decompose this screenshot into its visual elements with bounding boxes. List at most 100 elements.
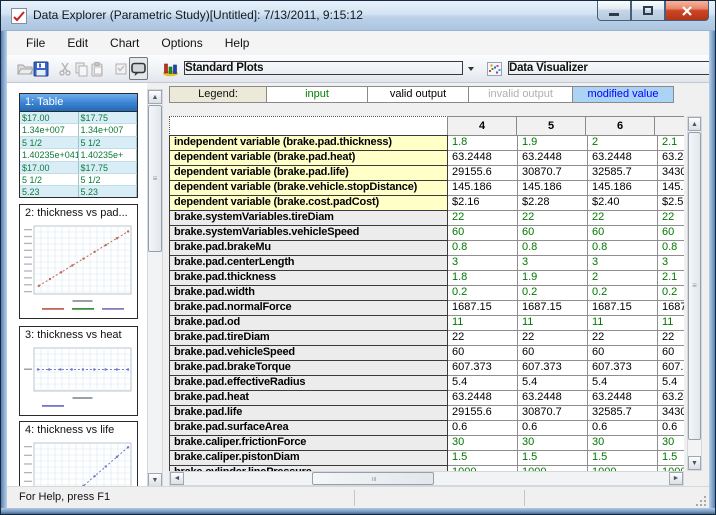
cell-value[interactable]: 32585.7 [588,166,658,181]
column-header-6[interactable]: 6 [585,116,655,136]
row-label[interactable]: brake.pad.brakeMu [169,240,448,256]
cell-value[interactable]: 3 [448,256,518,271]
cell-value[interactable]: 2.1 [658,136,684,151]
menu-edit[interactable]: Edit [56,31,99,55]
grid-horizontal-scrollbar[interactable]: ◄ ≡ ► [169,471,684,486]
cell-value[interactable]: 5.4 [518,376,588,391]
cell-value[interactable]: 60 [658,226,684,241]
row-label[interactable]: dependent variable (brake.pad.heat) [169,150,448,166]
scroll-right-button[interactable]: ► [669,472,683,485]
row-label[interactable]: dependent variable (brake.vehicle.stopDi… [169,180,448,196]
cell-value[interactable]: 5.4 [448,376,518,391]
cell-value[interactable]: 0.2 [518,286,588,301]
save-button[interactable] [33,57,49,80]
cell-value[interactable]: 1687.15 [448,301,518,316]
cell-value[interactable]: 5.4 [588,376,658,391]
thumbnail-panel-4[interactable]: 4: thickness vs life [19,421,138,488]
cell-value[interactable]: 607.373 [448,361,518,376]
cell-value[interactable]: 3 [588,256,658,271]
cell-value[interactable]: 30 [588,436,658,451]
row-label[interactable]: brake.pad.vehicleSpeed [169,345,448,361]
row-label[interactable]: independent variable (brake.pad.thicknes… [169,135,448,151]
cell-value[interactable]: 1.5 [658,451,684,466]
cell-value[interactable]: 3430 [658,166,684,181]
cell-value[interactable]: 5.4 [658,376,684,391]
cell-value[interactable]: 30870.7 [518,406,588,421]
row-label[interactable]: brake.pad.centerLength [169,255,448,271]
row-label[interactable]: brake.pad.width [169,285,448,301]
cell-value[interactable]: 1687 [658,301,684,316]
cell-value[interactable]: $2.52 [658,196,684,211]
scroll-down-button[interactable]: ▼ [148,473,162,487]
cell-value[interactable]: 63.2448 [448,391,518,406]
cell-value[interactable]: 2 [588,136,658,151]
menu-options[interactable]: Options [150,31,213,55]
row-label[interactable]: brake.pad.brakeTorque [169,360,448,376]
cell-value[interactable]: 1.5 [448,451,518,466]
cell-value[interactable]: 63.24 [658,391,684,406]
cell-value[interactable]: 145.186 [588,181,658,196]
grid-corner-header[interactable] [169,116,448,136]
scroll-down-button[interactable]: ▼ [688,456,701,470]
cell-value[interactable]: 22 [448,331,518,346]
cell-value[interactable]: 1.9 [518,136,588,151]
column-header-partial[interactable] [654,116,684,136]
cell-value[interactable]: 22 [588,211,658,226]
cell-value[interactable]: 22 [658,331,684,346]
cell-value[interactable]: 63.2448 [518,151,588,166]
row-label[interactable]: brake.systemVariables.vehicleSpeed [169,225,448,241]
thumbnail-panel-1[interactable]: 1: Table$17.00$17.751.34e+0071.34e+0075 … [19,93,138,198]
cell-value[interactable]: 0.2 [658,286,684,301]
cell-value[interactable]: 607.3 [658,361,684,376]
scroll-up-button[interactable]: ▲ [148,90,162,104]
cell-value[interactable]: 2 [588,271,658,286]
copy-button[interactable] [73,57,89,80]
cell-value[interactable]: 22 [588,331,658,346]
cell-value[interactable]: 29155.6 [448,166,518,181]
cell-value[interactable]: 63.2448 [518,391,588,406]
cell-value[interactable]: 3 [518,256,588,271]
cell-value[interactable]: 3 [658,256,684,271]
cell-value[interactable]: 63.24 [658,151,684,166]
open-button[interactable] [17,57,33,80]
scroll-up-button[interactable]: ▲ [688,117,701,131]
cell-value[interactable]: 30870.7 [518,166,588,181]
title-bar[interactable]: Data Explorer (Parametric Study)[Untitle… [1,1,716,31]
cell-value[interactable]: 11 [518,316,588,331]
cell-value[interactable]: $2.28 [518,196,588,211]
cell-value[interactable]: 11 [448,316,518,331]
cell-value[interactable]: 607.373 [588,361,658,376]
cell-value[interactable]: 1.5 [588,451,658,466]
cell-value[interactable]: 11 [588,316,658,331]
cell-value[interactable]: $2.40 [588,196,658,211]
scrollbar-thumb[interactable]: ≡ [148,105,162,252]
menu-file[interactable]: File [15,31,56,55]
cell-value[interactable]: 0.2 [588,286,658,301]
validate-button[interactable] [113,57,129,80]
column-header-4[interactable]: 4 [447,116,517,136]
cell-value[interactable]: 30 [658,436,684,451]
cell-value[interactable]: 11 [658,316,684,331]
cell-value[interactable]: 1687.15 [518,301,588,316]
cell-value[interactable]: 0.8 [588,241,658,256]
cell-value[interactable]: $2.16 [448,196,518,211]
cell-value[interactable]: 60 [518,346,588,361]
cell-value[interactable]: 145.186 [448,181,518,196]
grid-vertical-scrollbar[interactable]: ▲ ≡ ▼ [687,116,702,471]
row-label[interactable]: brake.pad.life [169,405,448,421]
cell-value[interactable]: 0.6 [448,421,518,436]
cell-value[interactable]: 0.8 [518,241,588,256]
comment-button[interactable] [129,57,148,80]
cell-value[interactable]: 0.6 [588,421,658,436]
row-label[interactable]: brake.pad.surfaceArea [169,420,448,436]
row-label[interactable]: dependent variable (brake.pad.life) [169,165,448,181]
cell-value[interactable]: 1.8 [448,271,518,286]
cell-value[interactable]: 60 [588,346,658,361]
row-label[interactable]: brake.pad.effectiveRadius [169,375,448,391]
cell-value[interactable]: 145.1 [658,181,684,196]
row-label[interactable]: brake.pad.normalForce [169,300,448,316]
row-label[interactable]: dependent variable (brake.cost.padCost) [169,195,448,211]
scroll-left-button[interactable]: ◄ [170,472,184,485]
scrollbar-thumb[interactable]: ≡ [688,132,701,440]
scrollbar-thumb[interactable]: ≡ [312,472,434,485]
